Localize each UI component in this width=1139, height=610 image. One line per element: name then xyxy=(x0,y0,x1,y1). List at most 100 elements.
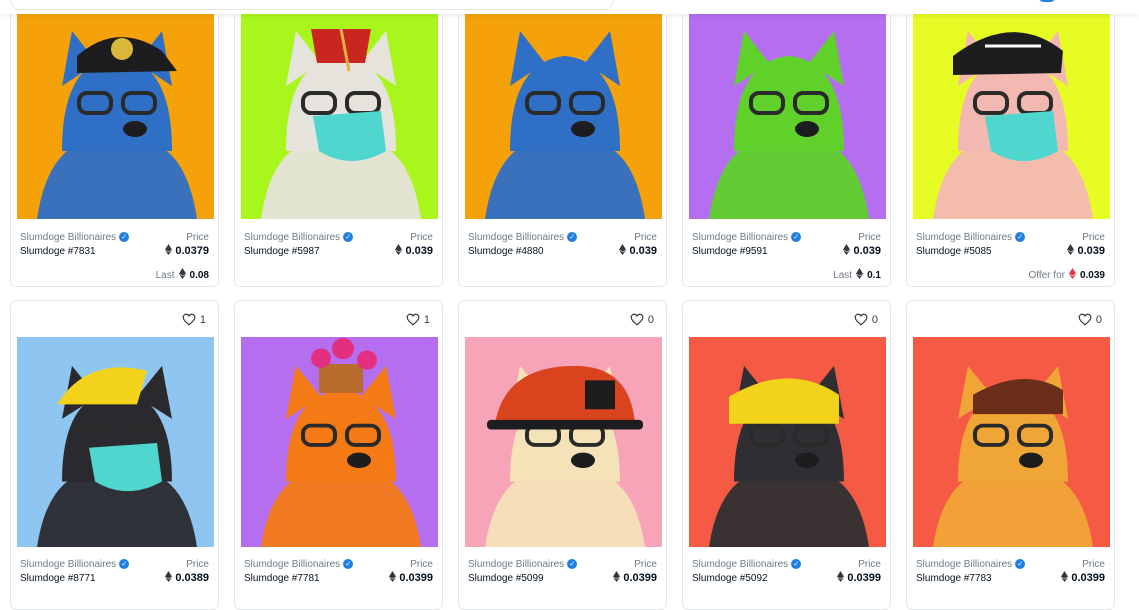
favorite-count: 0 xyxy=(647,313,654,326)
nft-card[interactable]: Slumdoge Billionaires ✓ Price Slumdoge #783… xyxy=(10,0,219,287)
collection-name[interactable]: Slumdoge Billionaires xyxy=(692,559,788,570)
card-footer: Last 0.08 xyxy=(156,268,209,282)
collection-name[interactable]: Slumdoge Billionaires xyxy=(916,232,1012,243)
nft-info: Slumdoge Billionaires ✓ Price Slumdoge #598… xyxy=(244,230,433,258)
nft-info: Slumdoge Billionaires ✓ Price Slumdoge #959… xyxy=(692,230,881,258)
nft-card[interactable]: Slumdoge Billionaires ✓ Price Slumdoge #488… xyxy=(458,0,667,287)
ethereum-icon xyxy=(619,244,627,258)
ethereum-icon xyxy=(613,571,621,585)
nft-info: Slumdoge Billionaires ✓ Price Slumdoge #509… xyxy=(468,557,657,585)
nft-name[interactable]: Slumdoge #7831 xyxy=(20,246,96,257)
search-bar[interactable] xyxy=(10,0,614,10)
price-value: 0.039 xyxy=(405,245,433,257)
collection-name[interactable]: Slumdoge Billionaires xyxy=(20,232,116,243)
nft-name[interactable]: Slumdoge #5987 xyxy=(244,246,320,257)
price-label: Price xyxy=(410,558,433,570)
nft-image[interactable] xyxy=(689,1,886,219)
collection-name[interactable]: Slumdoge Billionaires xyxy=(468,559,564,570)
nft-image[interactable] xyxy=(241,337,438,547)
favorite-button[interactable]: 1 xyxy=(406,313,430,326)
ethereum-icon xyxy=(165,244,173,258)
nft-info: Slumdoge Billionaires ✓ Price Slumdoge #778… xyxy=(244,557,433,585)
collection-name[interactable]: Slumdoge Billionaires xyxy=(20,559,116,570)
collection-name[interactable]: Slumdoge Billionaires xyxy=(916,559,1012,570)
heart-outline-icon xyxy=(854,313,868,326)
favorite-count: 1 xyxy=(423,313,430,326)
nft-card[interactable]: 1 Slumdoge Billionaires ✓ Price Slumdoge #87… xyxy=(10,300,219,610)
nft-image[interactable] xyxy=(465,1,662,219)
nft-image[interactable] xyxy=(689,337,886,547)
verified-check-icon: ✓ xyxy=(567,559,578,569)
collection-name[interactable]: Slumdoge Billionaires xyxy=(244,232,340,243)
heart-outline-icon xyxy=(182,313,196,326)
price-value: 0.0399 xyxy=(1071,572,1105,584)
favorite-button[interactable]: 1 xyxy=(182,313,206,326)
nft-image[interactable] xyxy=(913,337,1110,547)
ethereum-icon xyxy=(165,571,173,585)
price-value: 0.039 xyxy=(629,245,657,257)
nft-name[interactable]: Slumdoge #5099 xyxy=(468,573,544,584)
nft-card[interactable]: 0 Slumdoge Billionaires ✓ Price Slumdoge #50… xyxy=(682,300,891,610)
favorite-count: 0 xyxy=(1095,313,1102,326)
price-label: Price xyxy=(186,231,209,243)
footer-label: Last xyxy=(155,269,175,281)
verified-check-icon: ✓ xyxy=(1015,559,1026,569)
price-label: Price xyxy=(634,231,657,243)
verified-check-icon: ✓ xyxy=(343,232,354,242)
nft-image[interactable] xyxy=(913,1,1110,219)
collection-name[interactable]: Slumdoge Billionaires xyxy=(468,232,564,243)
ethereum-icon xyxy=(837,571,845,585)
top-navigation-bar xyxy=(0,0,1139,14)
nft-card[interactable]: Slumdoge Billionaires ✓ Price Slumdoge #508… xyxy=(906,0,1115,287)
price-value: 0.0389 xyxy=(175,572,209,584)
nft-image[interactable] xyxy=(17,1,214,219)
verified-check-icon: ✓ xyxy=(119,232,130,242)
nft-name[interactable]: Slumdoge #5092 xyxy=(692,573,768,584)
nft-name[interactable]: Slumdoge #5085 xyxy=(916,246,992,257)
nft-name[interactable]: Slumdoge #4880 xyxy=(468,246,544,257)
favorite-button[interactable]: 0 xyxy=(1078,313,1102,326)
nft-image[interactable] xyxy=(241,1,438,219)
nft-name[interactable]: Slumdoge #8771 xyxy=(20,573,96,584)
verified-check-icon: ✓ xyxy=(791,559,802,569)
ethereum-icon xyxy=(1067,244,1075,258)
favorite-button[interactable]: 0 xyxy=(630,313,654,326)
nft-name[interactable]: Slumdoge #7783 xyxy=(916,573,992,584)
nft-image[interactable] xyxy=(17,337,214,547)
collection-name[interactable]: Slumdoge Billionaires xyxy=(692,232,788,243)
favorite-count: 1 xyxy=(199,313,206,326)
price-label: Price xyxy=(634,558,657,570)
nft-card[interactable]: 0 Slumdoge Billionaires ✓ Price Slumdoge #50… xyxy=(458,300,667,610)
price-value: 0.0379 xyxy=(175,245,209,257)
nft-name[interactable]: Slumdoge #9591 xyxy=(692,246,768,257)
footer-value: 0.08 xyxy=(189,269,209,281)
footer-value: 0.1 xyxy=(867,269,881,281)
nft-info: Slumdoge Billionaires ✓ Price Slumdoge #778… xyxy=(916,557,1105,585)
footer-label: Last xyxy=(833,269,853,281)
price-value: 0.0399 xyxy=(399,572,433,584)
price-value: 0.0399 xyxy=(623,572,657,584)
nft-info: Slumdoge Billionaires ✓ Price Slumdoge #509… xyxy=(692,557,881,585)
nft-info: Slumdoge Billionaires ✓ Price Slumdoge #783… xyxy=(20,230,209,258)
price-label: Price xyxy=(1082,558,1105,570)
favorite-button[interactable]: 0 xyxy=(854,313,878,326)
nft-card[interactable]: 0 Slumdoge Billionaires ✓ Price Slumdoge #77… xyxy=(906,300,1115,610)
ethereum-icon xyxy=(1061,571,1069,585)
nft-info: Slumdoge Billionaires ✓ Price Slumdoge #488… xyxy=(468,230,657,258)
footer-value: 0.039 xyxy=(1079,269,1105,281)
nft-info: Slumdoge Billionaires ✓ Price Slumdoge #508… xyxy=(916,230,1105,258)
nft-card[interactable]: 1 Slumdoge Billionaires ✓ Price Slumdoge #77… xyxy=(234,300,443,610)
ethereum-icon xyxy=(1068,268,1076,282)
nft-image[interactable] xyxy=(465,337,662,547)
price-label: Price xyxy=(186,558,209,570)
ethereum-icon xyxy=(856,268,864,282)
collection-name[interactable]: Slumdoge Billionaires xyxy=(244,559,340,570)
heart-outline-icon xyxy=(630,313,644,326)
account-avatar[interactable] xyxy=(1038,0,1056,2)
nft-card[interactable]: Slumdoge Billionaires ✓ Price Slumdoge #598… xyxy=(234,0,443,287)
price-value: 0.039 xyxy=(853,245,881,257)
nft-card[interactable]: Slumdoge Billionaires ✓ Price Slumdoge #959… xyxy=(682,0,891,287)
heart-outline-icon xyxy=(406,313,420,326)
nft-name[interactable]: Slumdoge #7781 xyxy=(244,573,320,584)
favorite-count: 0 xyxy=(871,313,878,326)
